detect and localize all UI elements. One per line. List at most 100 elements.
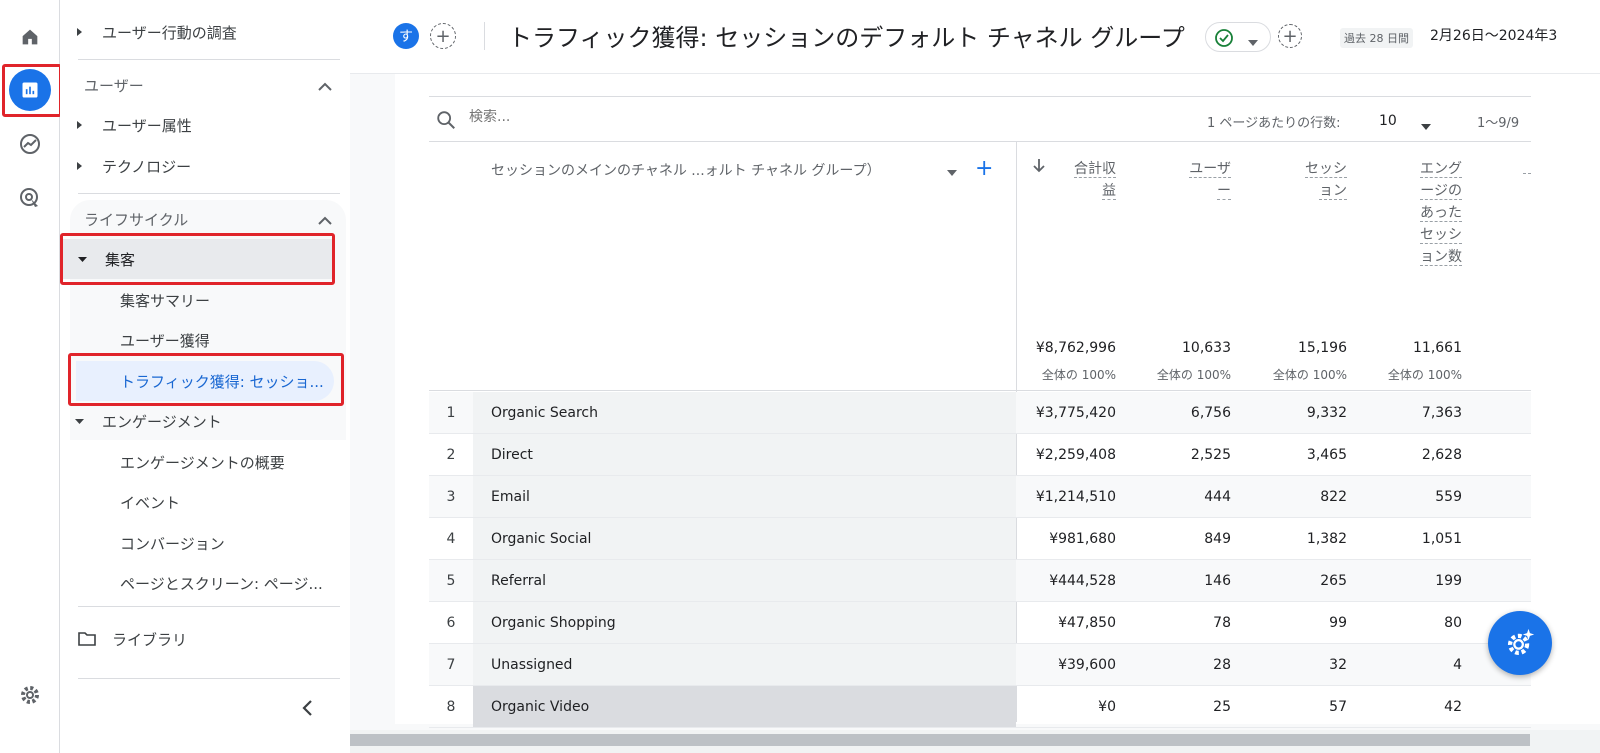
check-circle-icon xyxy=(1214,28,1234,52)
row-channel[interactable]: Organic Video xyxy=(473,686,1016,727)
row-users: 146 xyxy=(1204,572,1231,589)
nav-acquisition-overview[interactable]: 集客サマリー xyxy=(60,280,342,320)
nav-conversions[interactable]: コンバージョン xyxy=(60,523,342,563)
report-status-dropdown[interactable] xyxy=(1205,22,1271,52)
row-index: 8 xyxy=(446,698,456,715)
table-row[interactable]: 1 Organic Search ¥3,775,420 6,756 9,332 … xyxy=(429,392,1531,434)
total-engaged-sessions: 11,661 xyxy=(1413,340,1462,356)
caret-down-icon[interactable] xyxy=(947,164,957,180)
table-row[interactable]: 8 Organic Video ¥0 25 57 42 xyxy=(429,686,1531,728)
row-index: 1 xyxy=(446,404,456,421)
nav-library[interactable]: ライブラリ xyxy=(60,619,342,659)
row-engaged: 199 xyxy=(1435,572,1462,589)
row-index: 5 xyxy=(446,572,456,589)
table-row[interactable]: 3 Email ¥1,214,510 444 822 559 xyxy=(429,476,1531,518)
sort-desc-icon[interactable] xyxy=(1033,159,1045,177)
nav-conversions-label: コンバージョン xyxy=(120,534,225,553)
nav-behavior[interactable]: ユーザー行動の調査 xyxy=(60,12,342,52)
caret-down-icon xyxy=(1248,34,1258,50)
rows-per-page-select[interactable]: 10 xyxy=(1379,109,1439,133)
table-row[interactable]: 2 Direct ¥2,259,408 2,525 3,465 2,628 xyxy=(429,434,1531,476)
divider xyxy=(78,59,340,60)
metric-header-line: ージの xyxy=(1420,183,1462,200)
add-dimension-icon[interactable]: + xyxy=(975,156,993,181)
metric-header-line: ー xyxy=(1217,183,1231,200)
metric-header-sessions[interactable]: セッシ ョン xyxy=(1265,158,1347,202)
metric-header-line: あった xyxy=(1420,205,1462,222)
row-channel[interactable]: Organic Social xyxy=(473,518,1016,559)
total-sessions: 15,196 xyxy=(1298,340,1347,356)
row-sessions: 265 xyxy=(1320,572,1347,589)
nav-engagement-overview-label: エンゲージメントの概要 xyxy=(120,453,285,472)
nav-library-label: ライブラリ xyxy=(112,630,188,649)
caret-down-icon xyxy=(74,416,84,426)
table-row[interactable]: 7 Unassigned ¥39,600 28 32 4 xyxy=(429,644,1531,686)
row-index: 6 xyxy=(446,614,456,631)
nav-behavior-label: ユーザー行動の調査 xyxy=(102,23,237,42)
pagination-text: 1～9/9 xyxy=(1477,116,1520,131)
date-range[interactable]: 2月26日～2024年3 xyxy=(1430,25,1557,45)
row-channel[interactable]: Unassigned xyxy=(473,644,1016,685)
table-row[interactable]: 4 Organic Social ¥981,680 849 1,382 1,05… xyxy=(429,518,1531,560)
home-icon[interactable] xyxy=(9,16,51,58)
section-user[interactable]: ユーザー xyxy=(70,65,342,105)
avatar[interactable]: す xyxy=(393,23,419,49)
row-revenue: ¥39,600 xyxy=(1058,656,1116,673)
row-revenue: ¥47,850 xyxy=(1058,614,1116,631)
row-revenue: ¥1,214,510 xyxy=(1035,488,1116,505)
table-row[interactable]: 5 Referral ¥444,528 146 265 199 xyxy=(429,560,1531,602)
explore-icon[interactable] xyxy=(9,123,51,165)
total-engaged-share: 全体の 100% xyxy=(1387,368,1462,382)
row-engaged: 80 xyxy=(1444,614,1462,631)
row-sessions: 32 xyxy=(1329,656,1347,673)
table-row[interactable]: 6 Organic Shopping ¥47,850 78 99 80 xyxy=(429,602,1531,644)
side-nav: ユーザー行動の調査 ユーザー ユーザー属性 テクノロジー ライフサイクル 集客 … xyxy=(60,0,350,753)
row-sessions: 57 xyxy=(1329,698,1347,715)
scrollbar-thumb[interactable] xyxy=(350,734,1530,746)
nav-events[interactable]: イベント xyxy=(60,482,342,522)
insights-button[interactable] xyxy=(1488,611,1552,675)
nav-technology-label: テクノロジー xyxy=(102,157,192,176)
row-channel[interactable]: Organic Shopping xyxy=(473,602,1016,643)
row-channel[interactable]: Direct xyxy=(473,434,1016,475)
add-comparison-icon[interactable]: + xyxy=(430,23,456,49)
metric-header-line: セッシ xyxy=(1305,161,1347,178)
chevron-up-icon xyxy=(318,78,332,96)
settings-icon[interactable] xyxy=(9,674,51,716)
nav-acquisition-overview-label: 集客サマリー xyxy=(120,291,211,310)
table-toolbar: 1 ページあたりの行数: 10 1～9/9 xyxy=(429,96,1531,142)
collapse-nav-icon[interactable] xyxy=(300,699,314,721)
row-users: 6,756 xyxy=(1190,404,1231,421)
nav-engagement-overview[interactable]: エンゲージメントの概要 xyxy=(60,442,342,482)
divider xyxy=(484,22,485,50)
row-engaged: 1,051 xyxy=(1421,530,1462,547)
metric-header-users[interactable]: ユーザ ー xyxy=(1149,158,1231,202)
metric-header-revenue[interactable]: 合計収 益 xyxy=(1049,158,1116,202)
row-channel[interactable]: Referral xyxy=(473,560,1016,601)
metric-header-line: ョン xyxy=(1319,183,1347,200)
nav-technology[interactable]: テクノロジー xyxy=(60,146,342,186)
nav-pages-screens[interactable]: ページとスクリーン: ページ... xyxy=(60,563,342,603)
date-period-label: 過去 28 日間 xyxy=(1340,28,1413,48)
advertising-icon[interactable] xyxy=(9,177,51,219)
dimension-header[interactable]: セッションのメインのチャネル ...ォルト チャネル グループ） xyxy=(491,160,881,180)
row-index: 2 xyxy=(446,446,456,463)
nav-engagement[interactable]: エンゲージメント xyxy=(60,401,342,441)
add-filter-icon[interactable]: + xyxy=(1278,24,1302,48)
reports-highlight-box xyxy=(2,64,62,117)
metric-header-engaged-sessions[interactable]: エング ージの あった セッシ ョン数 xyxy=(1379,158,1462,268)
traffic-acquisition-highlight-box xyxy=(68,353,344,406)
nav-user-attributes[interactable]: ユーザー属性 xyxy=(60,105,342,145)
row-engaged: 559 xyxy=(1435,488,1462,505)
row-revenue: ¥444,528 xyxy=(1049,572,1116,589)
section-lifecycle-label: ライフサイクル xyxy=(84,210,189,229)
row-channel[interactable]: Email xyxy=(473,476,1016,517)
row-users: 849 xyxy=(1204,530,1231,547)
metric-header-line: ョン数 xyxy=(1420,249,1462,266)
horizontal-scrollbar[interactable] xyxy=(350,730,1600,753)
acquisition-highlight-box xyxy=(60,233,335,285)
row-channel[interactable]: Organic Search xyxy=(473,392,1016,433)
metric-header-line: セッシ xyxy=(1420,227,1462,244)
divider xyxy=(429,390,1531,391)
search-input[interactable] xyxy=(469,109,869,125)
